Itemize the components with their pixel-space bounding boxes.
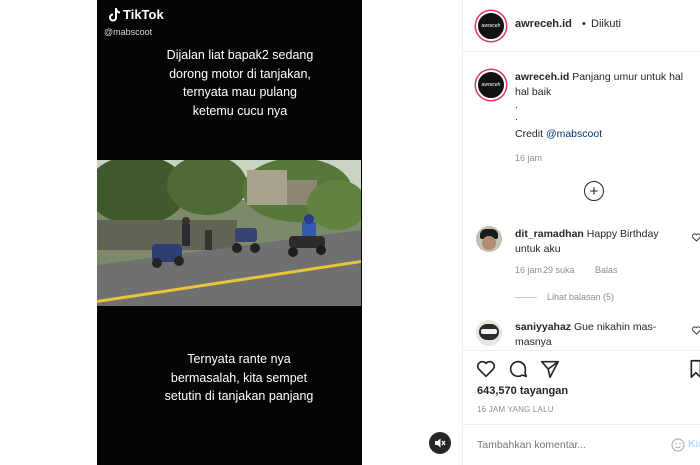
header-username[interactable]: awreceh.id	[515, 18, 572, 30]
comment-reply-button[interactable]: Balas	[595, 265, 618, 275]
view-count[interactable]: 643,570 tayangan	[477, 385, 568, 397]
view-replies-button[interactable]: Lihat balasan (5)	[547, 292, 614, 302]
comment-username[interactable]: saniyyahaz	[515, 321, 571, 333]
share-icon[interactable]	[539, 358, 561, 380]
comment-icon[interactable]	[507, 358, 529, 380]
avatar-logo-mark: awreceh	[481, 82, 501, 88]
caption-avatar[interactable]: awreceh	[476, 70, 506, 100]
emoji-icon[interactable]	[671, 438, 685, 452]
video-area: TikTok @mabscoot Dijalan liat bapak2 sed…	[0, 0, 462, 465]
post-panel: awreceh awreceh.id • Diikuti awreceh awr…	[462, 0, 700, 465]
caption-credit: Credit @mabscoot	[515, 127, 602, 142]
post-caption: awreceh.id Panjang umur untuk hal hal ba…	[515, 70, 691, 100]
caption-username[interactable]: awreceh.id	[515, 71, 569, 83]
comment-body: saniyyahaz Gue nikahin mas-masnya	[515, 320, 687, 348]
comment-likes[interactable]: 29 suka	[543, 265, 575, 275]
comment-time: 16 jam	[515, 265, 543, 275]
mute-icon	[435, 438, 446, 448]
avatar-logo-mark: awreceh	[481, 23, 501, 29]
post-comment-button[interactable]: Kirim	[688, 438, 700, 450]
caption-time: 16 jam	[515, 153, 543, 163]
comment-like-heart-icon[interactable]	[692, 326, 700, 335]
plus-circle-icon: +	[589, 182, 599, 200]
tiktok-handle: @mabscoot	[104, 27, 153, 37]
mute-button[interactable]	[429, 432, 451, 454]
bookmark-icon[interactable]	[689, 358, 700, 380]
post-age[interactable]: 16 JAM YANG LALU	[477, 405, 554, 414]
tiktok-brand-text: TikTok	[123, 7, 164, 22]
add-comment-input[interactable]	[477, 437, 657, 453]
credit-label: Credit	[515, 128, 544, 140]
comment-avatar[interactable]	[476, 320, 502, 346]
load-more-comments-button[interactable]: +	[584, 181, 604, 201]
comment-like-heart-icon[interactable]	[692, 233, 700, 242]
follow-status-button[interactable]: Diikuti	[591, 18, 621, 30]
video-caption-top: Dijalan liat bapak2 sedang dorong motor …	[166, 48, 314, 118]
actions-divider	[463, 350, 700, 351]
header-separator: •	[582, 18, 586, 30]
add-comment-bar	[463, 424, 700, 465]
comment-avatar[interactable]	[476, 226, 502, 252]
header-avatar[interactable]: awreceh	[476, 11, 506, 41]
replies-divider	[515, 297, 537, 298]
comment-username[interactable]: dit_ramadhan	[515, 228, 584, 240]
video-caption-bottom: Ternyata rante nya bermasalah, kita semp…	[164, 352, 314, 403]
caption-dot-2: .	[515, 111, 518, 123]
post-header: awreceh awreceh.id • Diikuti	[463, 0, 700, 52]
heart-icon[interactable]	[475, 358, 497, 380]
video-frame-road-scene	[97, 160, 361, 306]
tiktok-icon	[109, 7, 120, 21]
instagram-post-window: TikTok @mabscoot Dijalan liat bapak2 sed…	[0, 0, 700, 465]
comment-body: dit_ramadhan Happy Birthday untuk aku	[515, 227, 687, 257]
tiktok-logo: TikTok	[108, 7, 164, 22]
credit-handle-link[interactable]: @mabscoot	[546, 128, 602, 140]
